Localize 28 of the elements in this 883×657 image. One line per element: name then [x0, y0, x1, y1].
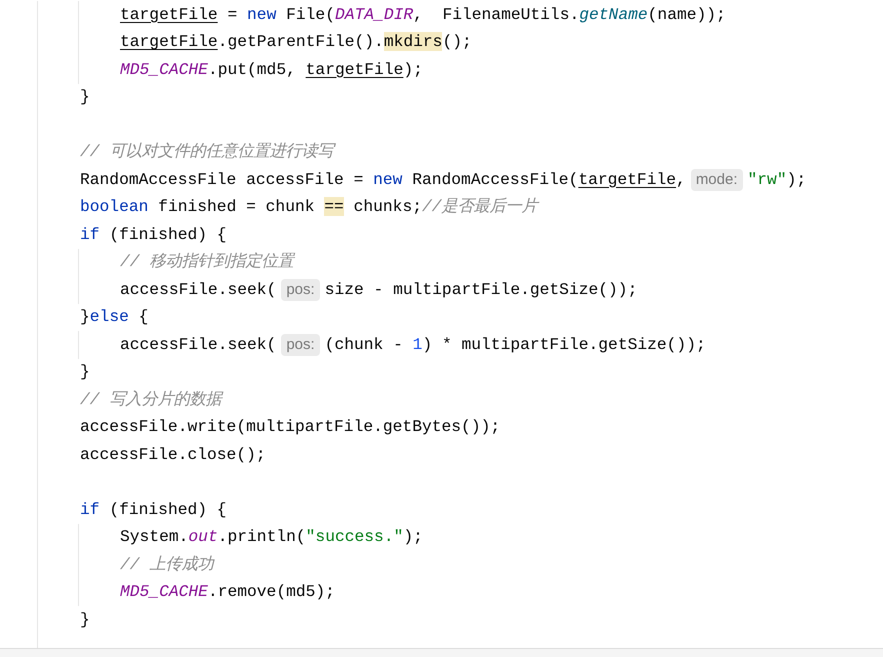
code-text: // 可以对文件的任意位置进行读写: [80, 140, 334, 164]
code-text: }: [80, 361, 90, 384]
code-text: }else {: [80, 306, 148, 328]
horizontal-scrollbar[interactable]: [0, 648, 883, 657]
parameter-hint: pos:: [281, 334, 320, 356]
code-text: targetFile.getParentFile().mkdirs();: [120, 31, 472, 54]
code-text: // 写入分片的数据: [80, 388, 222, 411]
code-text: MD5_CACHE.remove(md5);: [120, 581, 335, 604]
code-text: if (finished) {: [80, 498, 227, 521]
parameter-hint: mode:: [690, 168, 743, 191]
code-text: RandomAccessFile accessFile = new RandomAccessFile(targetFile,: [80, 168, 686, 191]
code-text: accessFile.seek(: [120, 334, 276, 356]
code-text: MD5_CACHE.put(md5, targetFile);: [120, 58, 423, 81]
code-text: // 移动指针到指定位置: [120, 251, 294, 274]
code-text: boolean finished = chunk == chunks;//是否最后一片: [80, 196, 538, 218]
code-text: System.out.println("success.");: [120, 526, 423, 548]
code-text: (chunk - 1) * multipartFile.getSize());: [324, 334, 706, 356]
code-text: accessFile.seek(: [120, 278, 276, 301]
code-text: // 上传成功: [120, 554, 214, 576]
code-text: }: [80, 86, 90, 108]
code-text: accessFile.write(multipartFile.getBytes());: [80, 416, 500, 438]
code-text: }: [80, 608, 90, 631]
code-text: if (finished) {: [80, 224, 227, 246]
code-text: targetFile = new File(DATA_DIR, FilenameUtils.getName(name));: [120, 4, 726, 26]
code-text: "rw");: [748, 168, 806, 191]
code-text: accessFile.close();: [80, 444, 266, 466]
code-text: size - multipartFile.getSize());: [324, 278, 638, 301]
parameter-hint: pos:: [281, 278, 320, 301]
